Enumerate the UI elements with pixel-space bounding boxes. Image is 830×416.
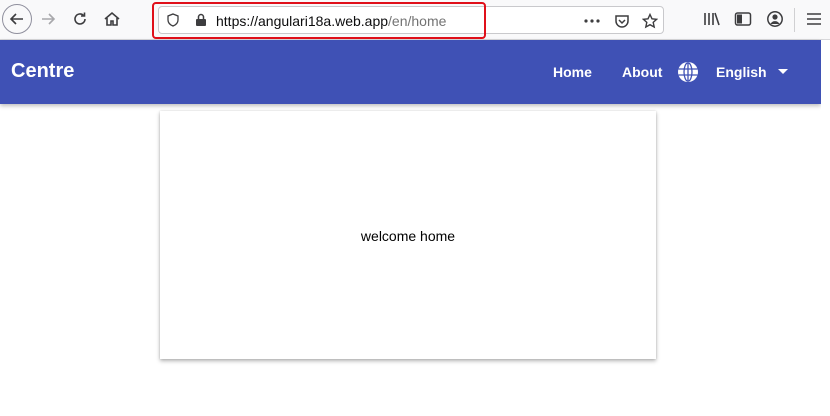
sidebar-icon[interactable] [733,9,753,29]
account-icon[interactable] [765,9,785,29]
language-select[interactable]: English [716,64,789,80]
library-icon[interactable] [702,9,722,29]
star-icon[interactable] [641,12,659,30]
lock-icon[interactable] [193,12,209,28]
home-button[interactable] [97,4,127,34]
forward-button[interactable] [33,4,63,34]
reload-icon [74,12,86,25]
home-icon [104,11,120,26]
back-arrow-icon [9,13,23,25]
chevron-down-icon [777,69,788,74]
url-path: /en/home [388,13,447,29]
nav-about-link[interactable]: About [622,64,662,80]
globe-icon[interactable] [677,61,699,83]
shield-icon[interactable] [165,12,181,28]
back-button[interactable] [2,4,32,34]
url-bar[interactable]: https://angulari18a.web.app/en/home [158,6,664,34]
browser-toolbar: https://angulari18a.web.app/en/home [0,0,830,40]
toolbar-divider [794,8,795,32]
app-toolbar: Centre Home About English [0,40,821,104]
language-label: English [716,64,767,80]
brand-title[interactable]: Centre [11,60,74,83]
nav-home-link[interactable]: Home [553,64,592,80]
url-text[interactable]: https://angulari18a.web.app/en/home [216,13,446,29]
pocket-icon[interactable] [613,12,631,30]
welcome-text: welcome home [360,228,456,244]
reload-button[interactable] [65,4,95,34]
scrollbar-gutter [821,40,830,416]
welcome-card: welcome home [160,111,656,359]
hamburger-menu-icon[interactable] [804,9,824,29]
more-dots-icon[interactable] [583,12,601,30]
forward-arrow-icon [42,13,56,25]
